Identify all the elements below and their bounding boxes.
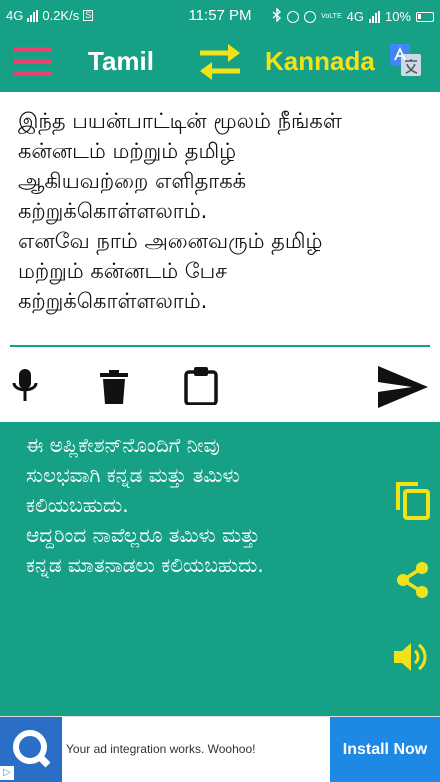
volte-label: VoLTE (321, 13, 342, 20)
ad-choices-icon[interactable]: ▷ (0, 766, 14, 780)
menu-icon[interactable] (14, 47, 52, 77)
bluetooth-icon (272, 7, 282, 25)
install-now-button[interactable]: Install Now (330, 717, 440, 782)
action-bar (0, 350, 440, 422)
ad-text: Your ad integration works. Woohoo! (66, 742, 256, 756)
input-area[interactable]: இந்த பயன்பாட்டின் மூலம் நீங்கள் கன்னடம் … (0, 92, 440, 344)
status-right: VoLTE 4G 10% (272, 7, 434, 25)
target-language[interactable]: Kannada (265, 46, 375, 77)
microphone-icon[interactable] (12, 368, 38, 404)
dnd-icon (287, 10, 300, 23)
source-language[interactable]: Tamil (88, 46, 154, 77)
output-text: ಈ ಅಪ್ಲಿಕೇಶನ್‌ನೊಂದಿಗೆ ನೀವು ಸುಲಭವಾಗಿ ಕನ್ನಡ… (26, 433, 264, 577)
network-type-2: 4G (346, 9, 364, 24)
input-divider (10, 345, 430, 347)
output-area: ಈ ಅಪ್ಲಿಕೇಶನ್‌ನೊಂದಿಗೆ ನೀವು ಸುಲಭವಾಗಿ ಕನ್ನಡ… (0, 422, 440, 716)
battery-percent: 10% (384, 9, 411, 24)
toolbar: Tamil Kannada (0, 32, 440, 92)
status-bar: 4G 0.2K/s S 11:57 PM VoLTE 4G 10% (0, 0, 440, 32)
alarm-icon (304, 10, 317, 23)
google-translate-icon[interactable] (390, 44, 422, 78)
trash-icon[interactable] (100, 370, 128, 404)
volume-icon[interactable] (394, 640, 430, 674)
signal-icon-2 (368, 10, 380, 23)
input-text[interactable]: இந்த பயன்பாட்டின் மூலம் நீங்கள் கன்னடம் … (18, 106, 428, 316)
send-icon[interactable] (378, 366, 428, 408)
share-icon[interactable] (396, 562, 430, 598)
ad-banner[interactable]: ▷ Your ad integration works. Woohoo! Ins… (0, 716, 440, 782)
swap-languages-icon[interactable] (196, 42, 244, 82)
clipboard-icon[interactable] (184, 367, 218, 406)
battery-icon (416, 11, 434, 22)
copy-icon[interactable] (394, 480, 430, 520)
